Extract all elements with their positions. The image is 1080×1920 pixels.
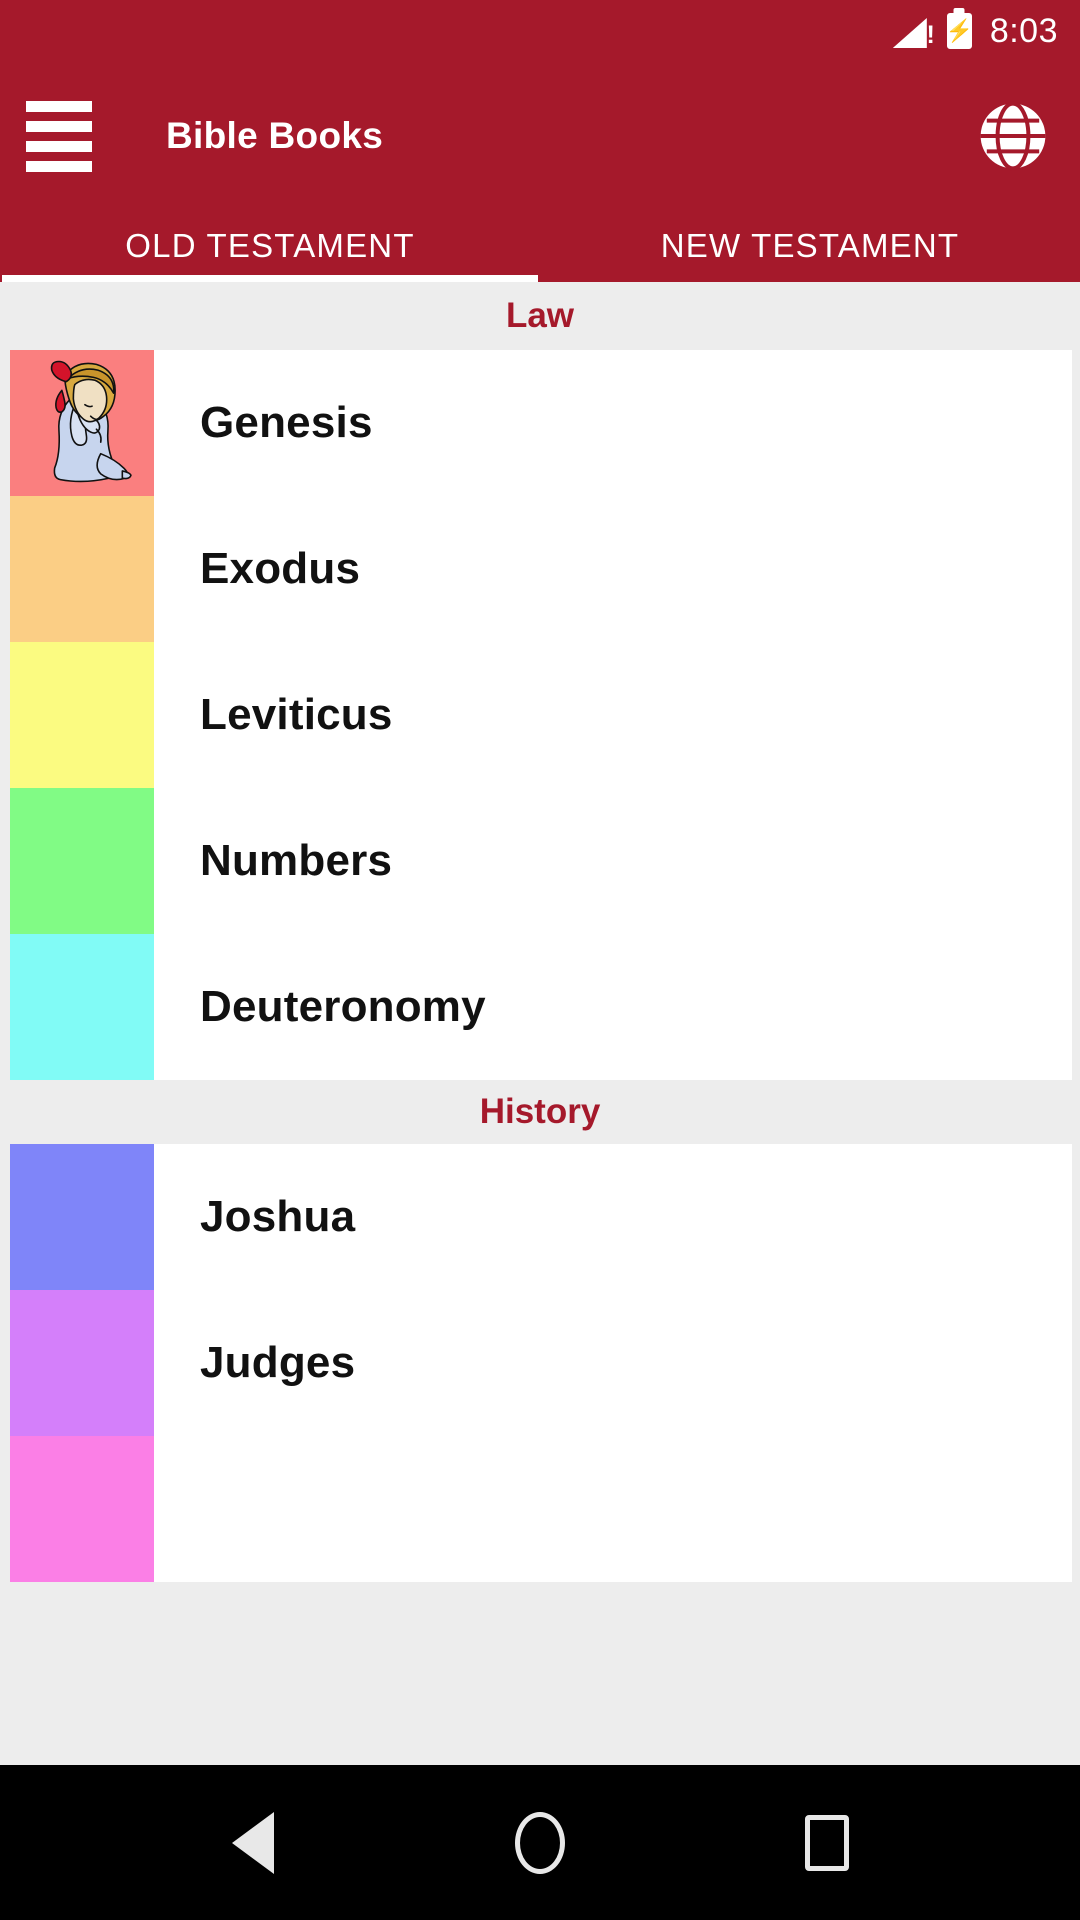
tab-new-testament[interactable]: NEW TESTAMENT: [540, 210, 1080, 282]
book-name: Deuteronomy: [200, 982, 486, 1031]
book-list-item[interactable]: Numbers: [10, 788, 1072, 934]
status-bar: ! ⚡ 8:03: [0, 0, 1080, 62]
book-group: Genesis Exodus Leviticus Numbers Deuteronomy: [10, 350, 1072, 1080]
book-name: Exodus: [200, 544, 361, 593]
signal-alert-icon: !: [892, 14, 935, 48]
book-thumbnail: [10, 788, 154, 934]
book-list-item[interactable]: [10, 1436, 1072, 1582]
book-name: Numbers: [200, 836, 393, 885]
status-bar-clock: 8:03: [989, 11, 1058, 50]
recents-square-icon[interactable]: [782, 1798, 872, 1888]
android-navigation-bar: [0, 1765, 1080, 1920]
status-bar-icons: ! ⚡ 8:03: [892, 11, 1058, 51]
section-header: History: [0, 1080, 1080, 1144]
book-list-item[interactable]: Deuteronomy: [10, 934, 1072, 1080]
book-list-item[interactable]: Exodus: [10, 496, 1072, 642]
book-thumbnail: [10, 1144, 154, 1290]
book-name: Leviticus: [200, 690, 393, 739]
tab-bar: OLD TESTAMENT NEW TESTAMENT: [0, 210, 1080, 282]
book-list-item[interactable]: Judges: [10, 1290, 1072, 1436]
book-thumbnail: [10, 1290, 154, 1436]
page-title: Bible Books: [166, 115, 384, 156]
book-list-item[interactable]: Joshua: [10, 1144, 1072, 1290]
book-name: Genesis: [200, 398, 373, 447]
book-group: Joshua Judges: [10, 1144, 1072, 1582]
book-thumbnail: [10, 350, 154, 496]
book-list-item[interactable]: Leviticus: [10, 642, 1072, 788]
book-list[interactable]: Law Genesis Exodus Leviticus Numbers Deutero…: [0, 282, 1080, 1765]
app-bar: Bible Books: [0, 62, 1080, 210]
home-circle-icon[interactable]: [495, 1798, 585, 1888]
section-header: Law: [0, 282, 1080, 350]
tab-selected-indicator: [2, 275, 538, 282]
hamburger-menu-icon[interactable]: [26, 96, 106, 176]
book-name: Joshua: [200, 1192, 356, 1241]
book-name: Judges: [200, 1338, 356, 1387]
book-thumbnail: [10, 642, 154, 788]
book-thumbnail: [10, 496, 154, 642]
battery-charging-icon: ⚡: [946, 13, 973, 49]
globe-icon[interactable]: [974, 97, 1052, 175]
back-triangle-icon[interactable]: [208, 1798, 298, 1888]
book-thumbnail: [10, 934, 154, 1080]
book-thumbnail: [10, 1436, 154, 1582]
tab-old-testament[interactable]: OLD TESTAMENT: [0, 210, 540, 282]
book-name: [154, 1436, 1072, 1582]
book-list-item[interactable]: Genesis: [10, 350, 1072, 496]
